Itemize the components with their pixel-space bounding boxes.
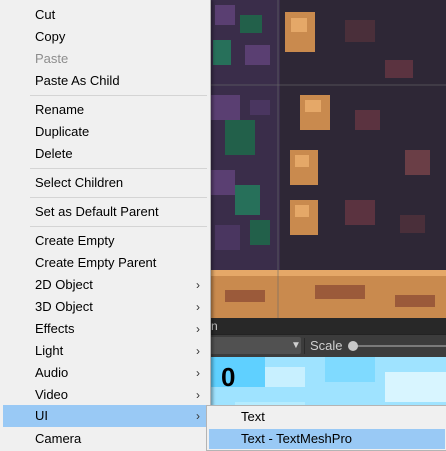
chevron-right-icon: › xyxy=(196,344,200,358)
menu-item-paste: Paste xyxy=(35,51,69,66)
menu-item-select-children[interactable]: Select Children xyxy=(3,172,207,194)
viewport-tab-label[interactable]: n xyxy=(211,318,218,334)
menu-item-paste-as-child[interactable]: Paste As Child xyxy=(3,70,207,92)
scale-label: Scale xyxy=(310,338,343,353)
submenu-item-text[interactable]: Text xyxy=(209,407,445,427)
menu-item-label: 3D Object xyxy=(35,299,93,314)
hierarchy-context-menu: Cut Copy Paste Paste As Child Rename Dup… xyxy=(0,0,211,451)
menu-item-cut[interactable]: Cut xyxy=(3,4,207,26)
menu-item-label: Light xyxy=(35,343,64,358)
menu-item-copy[interactable]: Copy xyxy=(3,26,207,48)
menu-item-audio[interactable]: Audio › xyxy=(3,362,207,384)
chevron-right-icon: › xyxy=(196,278,200,292)
menu-item-video[interactable]: Video › xyxy=(3,384,207,406)
menu-item-label: 2D Object xyxy=(35,277,93,292)
menu-item-light[interactable]: Light › xyxy=(3,340,207,362)
caret-down-icon: ▼ xyxy=(291,340,301,351)
menu-item-camera[interactable]: Camera xyxy=(3,428,207,450)
menu-item-label: Effects xyxy=(35,321,75,336)
menu-item-label: Audio xyxy=(35,365,69,380)
menu-item-ui[interactable]: UI › xyxy=(3,405,207,427)
menu-separator xyxy=(30,168,207,169)
ui-submenu: Text Text - TextMeshPro xyxy=(206,405,446,451)
chevron-right-icon: › xyxy=(196,409,200,423)
menu-item-create-empty[interactable]: Create Empty xyxy=(3,230,207,252)
menu-item-duplicate[interactable]: Duplicate xyxy=(3,121,207,143)
viewport-tab-bar: n xyxy=(205,318,446,334)
menu-item-delete[interactable]: Delete xyxy=(3,143,207,165)
menu-separator xyxy=(30,226,207,227)
scene-view-pixel-art[interactable] xyxy=(205,0,446,318)
menu-item-label: Video xyxy=(35,387,69,402)
view-dropdown[interactable]: ▼ xyxy=(205,337,301,354)
submenu-item-text-textmeshpro[interactable]: Text - TextMeshPro xyxy=(209,429,445,449)
viewport-toolbar: ▼ Scale xyxy=(205,334,446,358)
menu-item-create-empty-parent[interactable]: Create Empty Parent xyxy=(3,252,207,274)
chevron-right-icon: › xyxy=(196,388,200,402)
menu-item-effects[interactable]: Effects › xyxy=(3,318,207,340)
menu-separator xyxy=(30,95,207,96)
menu-item-3d-object[interactable]: 3D Object › xyxy=(3,296,207,318)
menu-item-label: UI xyxy=(35,408,48,423)
menu-item-2d-object[interactable]: 2D Object › xyxy=(3,274,207,296)
chevron-right-icon: › xyxy=(196,322,200,336)
menu-item-rename[interactable]: Rename xyxy=(3,99,207,121)
menu-separator xyxy=(30,197,207,198)
menu-item-set-default-parent[interactable]: Set as Default Parent xyxy=(3,201,207,223)
score-text: 0 xyxy=(221,362,236,392)
toolbar-divider xyxy=(304,338,305,354)
scale-slider-handle[interactable] xyxy=(348,341,358,351)
chevron-right-icon: › xyxy=(196,300,200,314)
chevron-right-icon: › xyxy=(196,366,200,380)
scale-slider-track[interactable] xyxy=(353,345,446,347)
